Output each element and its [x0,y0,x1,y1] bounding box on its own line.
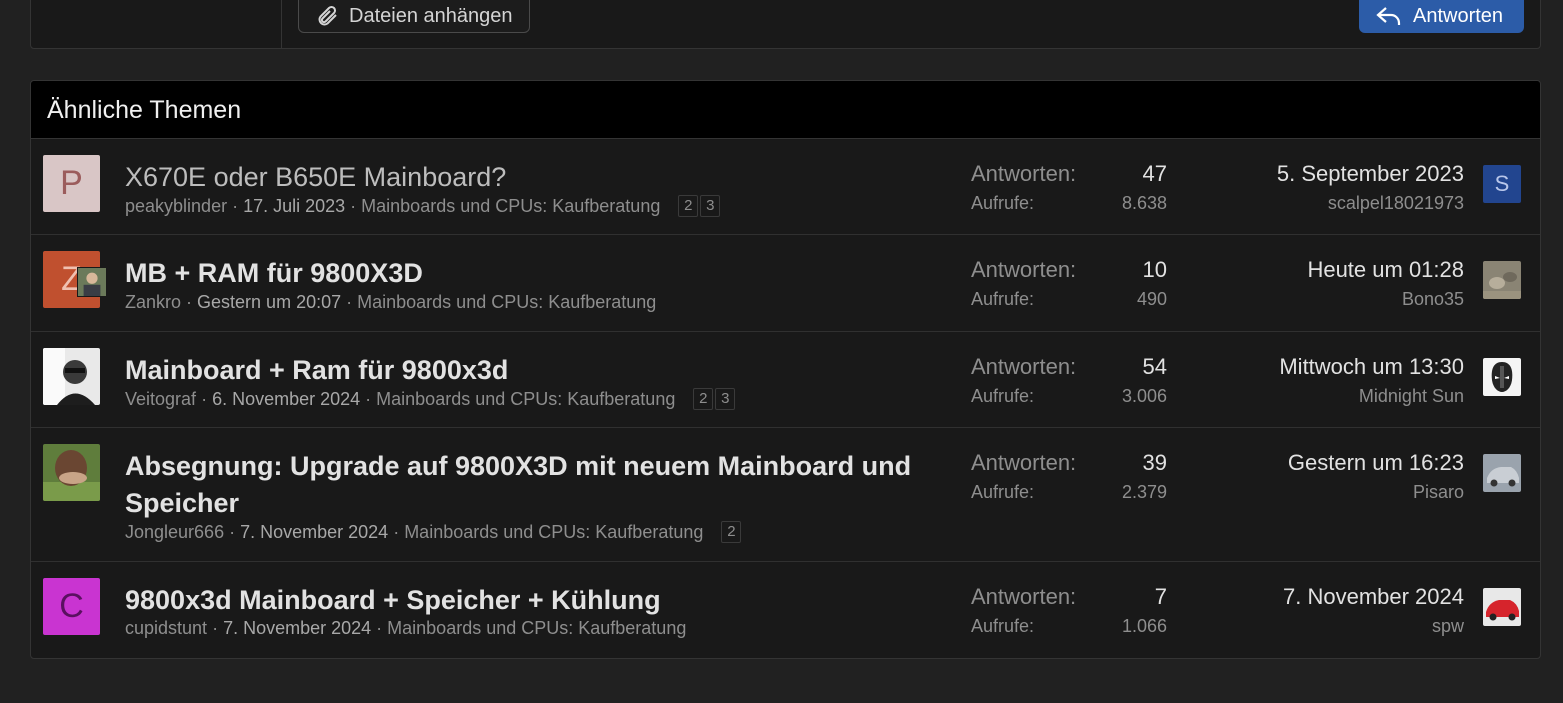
thread-forum[interactable]: Mainboards und CPUs: Kaufberatung [361,196,660,217]
last-post-user[interactable]: spw [1283,612,1464,640]
thread-date[interactable]: 17. Juli 2023 [243,196,345,217]
thread-meta: Jongleur666 · 7. November 2024 · Mainboa… [125,521,743,543]
thread-row[interactable]: Mainboard + Ram für 9800x3d Veitograf · … [31,332,1540,428]
editor-user-column [31,0,282,48]
last-post-date[interactable]: Mittwoch um 13:30 [1279,352,1464,382]
views-label: Aufrufe: [971,616,1035,636]
last-poster-avatar[interactable] [1483,358,1521,396]
last-post-date[interactable]: Gestern um 16:23 [1288,448,1464,478]
replies-label: Antworten: [971,161,1077,186]
thread-stats: Antworten: 47 Aufrufe: 8.638 [971,159,1167,217]
reply-button[interactable]: Antworten [1359,0,1524,33]
page-link[interactable]: 2 [693,388,714,410]
views-label: Aufrufe: [971,482,1035,502]
thread-forum[interactable]: Mainboards und CPUs: Kaufberatung [404,522,703,543]
thread-author[interactable]: Jongleur666 [125,522,224,543]
last-post: 7. November 2024 spw [1283,582,1464,640]
thread-title[interactable]: 9800x3d Mainboard + Speicher + Kühlung [125,582,925,619]
thread-row[interactable]: C 9800x3d Mainboard + Speicher + Kühlung… [31,562,1540,658]
avatar[interactable]: P [43,155,100,212]
attach-files-label: Dateien anhängen [349,4,513,27]
page-link[interactable]: 2 [721,521,742,543]
co-author-avatar [77,267,107,297]
paperclip-icon [318,5,337,26]
views-count: 490 [1136,289,1167,309]
thread-title[interactable]: Absegnung: Upgrade auf 9800X3D mit neuem… [125,448,925,522]
last-post: 5. September 2023 scalpel18021973 [1277,159,1464,217]
last-post-user[interactable]: scalpel18021973 [1277,189,1464,217]
replies-count: 54 [1142,354,1167,379]
last-poster-avatar[interactable]: S [1483,165,1521,203]
reply-button-label: Antworten [1413,4,1504,27]
replies-label: Antworten: [971,257,1077,282]
views-count: 2.379 [1121,482,1167,502]
thread-author[interactable]: Veitograf [125,389,196,410]
thread-date[interactable]: 7. November 2024 [240,522,388,543]
last-post-date[interactable]: 7. November 2024 [1283,582,1464,612]
replies-count: 7 [1154,584,1167,609]
thread-author[interactable]: cupidstunt [125,618,207,639]
views-count: 3.006 [1121,386,1167,406]
thread-title[interactable]: MB + RAM für 9800X3D [125,255,925,292]
page-jump: 2 3 [693,388,737,410]
last-post: Gestern um 16:23 Pisaro [1288,448,1464,506]
thread-title[interactable]: Mainboard + Ram für 9800x3d [125,352,925,389]
replies-count: 39 [1142,450,1167,475]
thread-row[interactable]: P X670E oder B650E Mainboard? peakyblind… [31,139,1540,235]
avatar[interactable] [43,444,100,501]
last-poster-avatar[interactable] [1483,588,1521,626]
last-post-user[interactable]: Pisaro [1288,478,1464,506]
thread-date[interactable]: Gestern um 20:07 [197,292,341,313]
views-count: 8.638 [1121,193,1167,213]
replies-count: 47 [1142,161,1167,186]
reply-arrow-icon [1376,7,1401,25]
thread-stats: Antworten: 54 Aufrufe: 3.006 [971,352,1167,410]
similar-threads-header: Ähnliche Themen [31,81,1540,139]
thread-meta: cupidstunt · 7. November 2024 · Mainboar… [125,618,687,639]
last-post-user[interactable]: Midnight Sun [1279,382,1464,410]
thread-meta: peakyblinder · 17. Juli 2023 · Mainboard… [125,195,722,217]
page-link[interactable]: 3 [715,388,736,410]
last-post-date[interactable]: 5. September 2023 [1277,159,1464,189]
thread-forum[interactable]: Mainboards und CPUs: Kaufberatung [387,618,686,639]
thread-row[interactable]: Z MB + RAM für 9800X3D Zankro · Gestern … [31,235,1540,332]
avatar[interactable] [43,348,100,405]
thread-meta: Veitograf · 6. November 2024 · Mainboard… [125,388,737,410]
last-post-date[interactable]: Heute um 01:28 [1307,255,1464,285]
views-count: 1.066 [1121,616,1167,636]
page-jump: 2 [721,521,743,543]
attach-files-button[interactable]: Dateien anhängen [298,0,530,33]
last-post-user[interactable]: Bono35 [1307,285,1464,313]
avatar[interactable]: C [43,578,100,635]
replies-label: Antworten: [971,354,1077,379]
replies-label: Antworten: [971,450,1077,475]
page-link[interactable]: 2 [678,195,699,217]
thread-author[interactable]: Zankro [125,292,181,313]
thread-author[interactable]: peakyblinder [125,196,227,217]
thread-title[interactable]: X670E oder B650E Mainboard? [125,159,925,196]
views-label: Aufrufe: [971,193,1035,213]
thread-date[interactable]: 7. November 2024 [223,618,371,639]
thread-date[interactable]: 6. November 2024 [212,389,360,410]
replies-count: 10 [1142,257,1167,282]
views-label: Aufrufe: [971,289,1035,309]
last-poster-avatar[interactable] [1483,261,1521,299]
thread-forum[interactable]: Mainboards und CPUs: Kaufberatung [357,292,656,313]
thread-meta: Zankro · Gestern um 20:07 · Mainboards u… [125,292,657,313]
last-poster-avatar[interactable] [1483,454,1521,492]
last-post: Heute um 01:28 Bono35 [1307,255,1464,313]
reply-editor-footer: Dateien anhängen Antworten [30,0,1541,49]
page-link[interactable]: 3 [700,195,721,217]
thread-stats: Antworten: 39 Aufrufe: 2.379 [971,448,1167,506]
similar-threads-block: Ähnliche Themen P X670E oder B650E Mainb… [30,80,1541,659]
page-jump: 2 3 [678,195,722,217]
last-post: Mittwoch um 13:30 Midnight Sun [1279,352,1464,410]
replies-label: Antworten: [971,584,1077,609]
thread-row[interactable]: Absegnung: Upgrade auf 9800X3D mit neuem… [31,428,1540,562]
thread-stats: Antworten: 10 Aufrufe: 490 [971,255,1167,313]
views-label: Aufrufe: [971,386,1035,406]
thread-forum[interactable]: Mainboards und CPUs: Kaufberatung [376,389,675,410]
thread-stats: Antworten: 7 Aufrufe: 1.066 [971,582,1167,640]
